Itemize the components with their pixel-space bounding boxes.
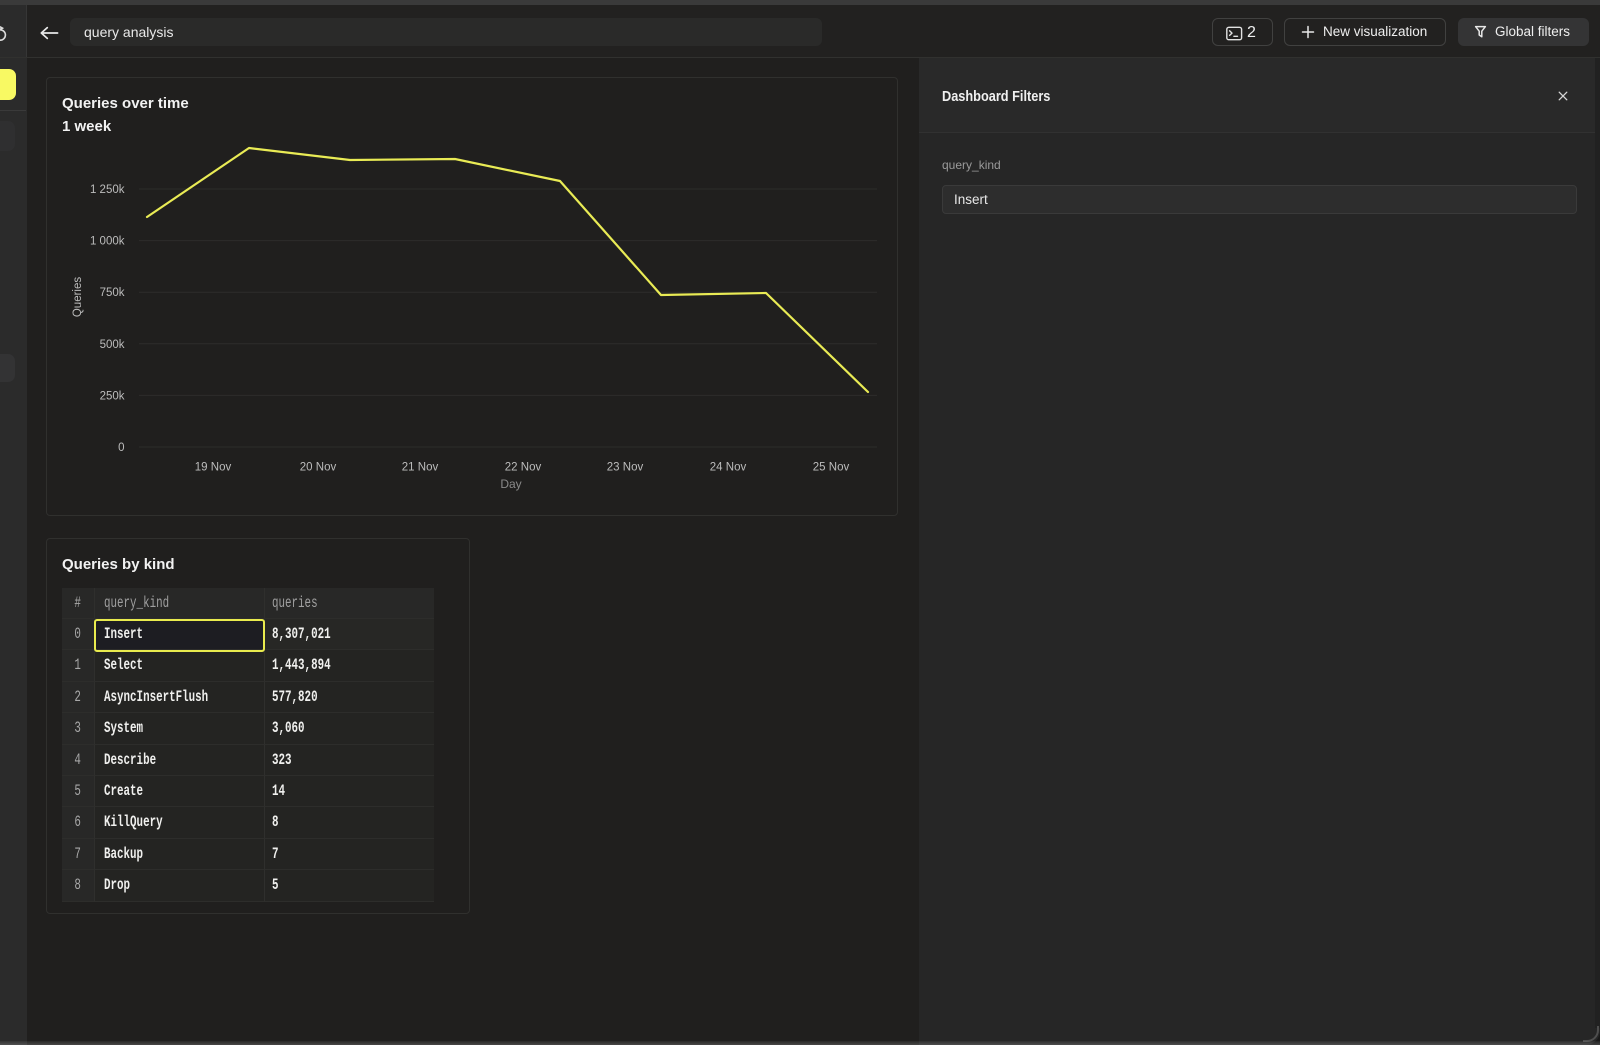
svg-text:Day: Day <box>500 477 521 491</box>
svg-text:Queries: Queries <box>72 277 84 318</box>
svg-text:22 Nov: 22 Nov <box>505 462 542 474</box>
svg-text:500k: 500k <box>100 339 125 351</box>
svg-text:0: 0 <box>118 442 124 454</box>
svg-text:21 Nov: 21 Nov <box>402 462 439 474</box>
svg-text:20 Nov: 20 Nov <box>300 462 337 474</box>
svg-text:1 250k: 1 250k <box>90 184 125 196</box>
svg-text:24 Nov: 24 Nov <box>710 462 747 474</box>
svg-text:250k: 250k <box>100 390 125 402</box>
svg-text:750k: 750k <box>100 287 125 299</box>
svg-text:19 Nov: 19 Nov <box>195 462 232 474</box>
svg-text:25 Nov: 25 Nov <box>813 462 850 474</box>
svg-text:23 Nov: 23 Nov <box>607 462 644 474</box>
svg-text:1 000k: 1 000k <box>90 236 125 248</box>
